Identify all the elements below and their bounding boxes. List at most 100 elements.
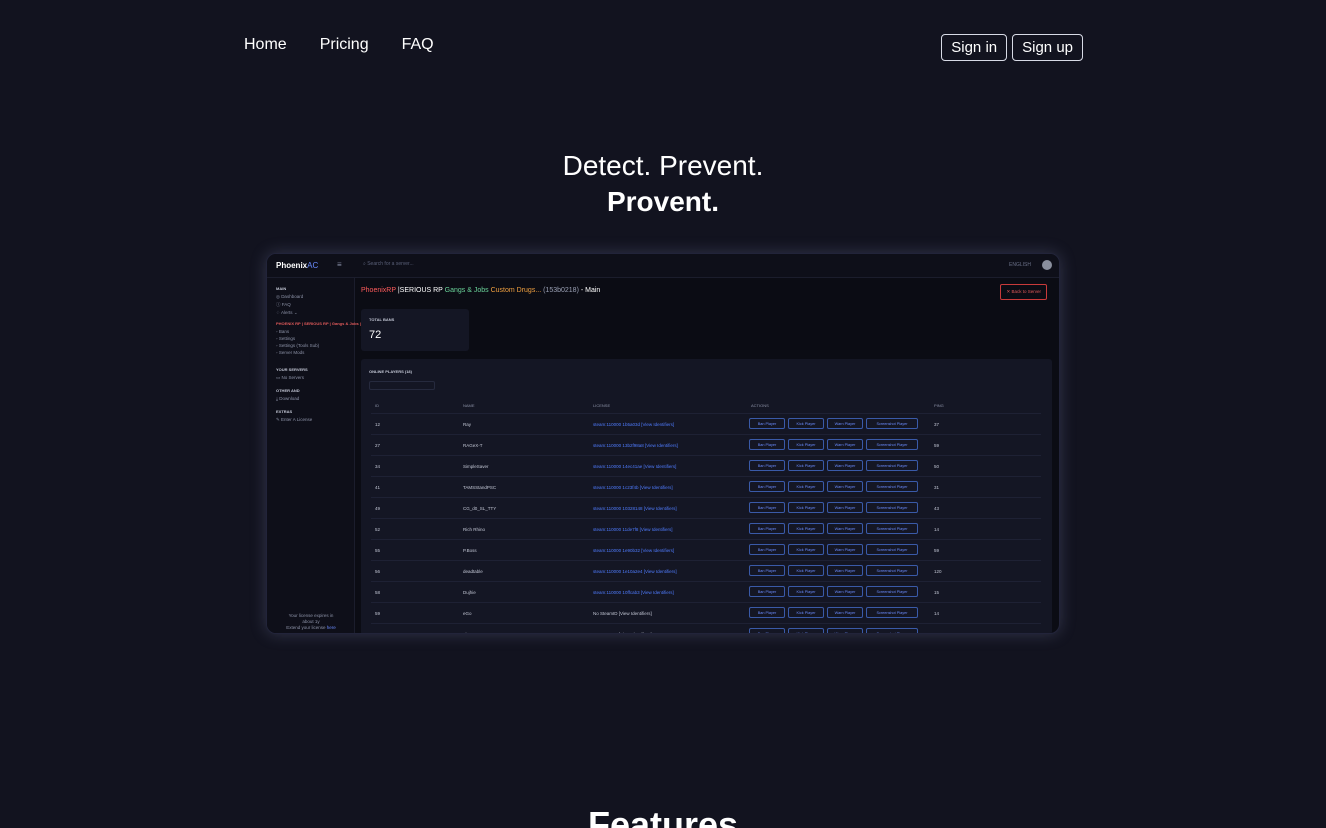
column-header[interactable]: PING bbox=[934, 403, 944, 408]
warn-player-button[interactable]: Warn Player bbox=[827, 439, 863, 450]
cell-license[interactable]: steam:110000 1b5a03d [View Identifiers] bbox=[593, 422, 674, 427]
kick-player-button[interactable]: Kick Player bbox=[788, 523, 824, 534]
table-row: 41 TAMSStandPSC steam:110000 1c23f4b [View… bbox=[371, 476, 1041, 497]
cell-license[interactable]: steam:110000 10328148 [View Identifiers] bbox=[593, 506, 677, 511]
back-to-server-button[interactable]: ✕ Back to Server bbox=[1000, 284, 1047, 300]
warn-player-button[interactable]: Warn Player bbox=[827, 481, 863, 492]
screenshot-player-button[interactable]: Screenshot Player bbox=[866, 460, 918, 471]
sidebar-item-enter-license[interactable]: ✎ Enter A License bbox=[276, 417, 312, 423]
warn-player-button[interactable]: Warn Player bbox=[827, 544, 863, 555]
table-row: 59 eGo No SteamID [View Identifiers] 14 Ban … bbox=[371, 602, 1041, 623]
column-header[interactable]: LICENSE bbox=[593, 403, 610, 408]
kick-player-button[interactable]: Kick Player bbox=[788, 607, 824, 618]
ban-player-button[interactable]: Ban Player bbox=[749, 523, 785, 534]
table-row: 58 Dujhie steam:110000 10ffcab3 [View Iden… bbox=[371, 581, 1041, 602]
ban-player-button[interactable]: Ban Player bbox=[749, 418, 785, 429]
warn-player-button[interactable]: Warn Player bbox=[827, 586, 863, 597]
sidebar-item-faq[interactable]: ⓘ FAQ bbox=[276, 302, 291, 308]
cell-license[interactable]: steam:110000 13b2f98a8 [View Identifiers… bbox=[593, 443, 678, 448]
online-players-title: ONLINE PLAYERS (18) bbox=[369, 369, 412, 374]
sidebar-item-alerts[interactable]: ♢ Alerts ⌄ bbox=[276, 310, 298, 316]
language-select[interactable]: ENGLISH bbox=[1009, 262, 1031, 268]
ban-player-button[interactable]: Ban Player bbox=[749, 502, 785, 513]
kick-player-button[interactable]: Kick Player bbox=[788, 586, 824, 597]
cell-name: P.Boss bbox=[463, 548, 477, 553]
menu-icon[interactable]: ≡ bbox=[337, 260, 342, 269]
extend-license-link[interactable]: here bbox=[327, 625, 336, 630]
cell-license[interactable]: steam:110000 1e10a2e4 [View Identifiers] bbox=[593, 569, 677, 574]
sidebar-item-bans[interactable]: ◦ Bans bbox=[276, 329, 289, 334]
kick-player-button[interactable]: Kick Player bbox=[788, 481, 824, 492]
column-header[interactable]: ID bbox=[375, 403, 379, 408]
sidebar-item-settings[interactable]: ◦ Settings bbox=[276, 336, 295, 341]
dashboard-search[interactable]: ⌕ Search for a server... bbox=[363, 261, 414, 267]
sidebar-section-extras: EXTRAS bbox=[276, 409, 293, 414]
kick-player-button[interactable]: Kick Player bbox=[788, 502, 824, 513]
cell-ping: 31 bbox=[934, 485, 940, 490]
screenshot-player-button[interactable]: Screenshot Player bbox=[866, 544, 918, 555]
cell-license[interactable]: No SteamID [View Identifiers] bbox=[593, 632, 652, 633]
ban-player-button[interactable]: Ban Player bbox=[749, 544, 785, 555]
kick-player-button[interactable]: Kick Player bbox=[788, 628, 824, 633]
ban-player-button[interactable]: Ban Player bbox=[749, 481, 785, 492]
cell-license[interactable]: No SteamID [View Identifiers] bbox=[593, 611, 652, 616]
kick-player-button[interactable]: Kick Player bbox=[788, 418, 824, 429]
ban-player-button[interactable]: Ban Player bbox=[749, 607, 785, 618]
screenshot-player-button[interactable]: Screenshot Player bbox=[866, 607, 918, 618]
cell-id: 27 bbox=[375, 443, 381, 448]
screenshot-player-button[interactable]: Screenshot Player bbox=[866, 418, 918, 429]
screenshot-player-button[interactable]: Screenshot Player bbox=[866, 565, 918, 576]
sidebar-item-settings-sub[interactable]: ◦ Settings (Tools Sub) bbox=[276, 343, 319, 348]
cell-ping: 37 bbox=[934, 422, 940, 427]
ban-player-button[interactable]: Ban Player bbox=[749, 439, 785, 450]
cell-license[interactable]: steam:110000 11de7f8 [View Identifiers] bbox=[593, 527, 673, 532]
ban-player-button[interactable]: Ban Player bbox=[749, 565, 785, 576]
screenshot-player-button[interactable]: Screenshot Player bbox=[866, 481, 918, 492]
ban-player-button[interactable]: Ban Player bbox=[749, 586, 785, 597]
screenshot-player-button[interactable]: Screenshot Player bbox=[866, 628, 918, 633]
sign-in-button[interactable]: Sign in bbox=[941, 34, 1008, 61]
dashboard-sidebar: MAIN ◎ Dashboard ⓘ FAQ ♢ Alerts ⌄ PHOENI… bbox=[267, 278, 364, 633]
warn-player-button[interactable]: Warn Player bbox=[827, 418, 863, 429]
warn-player-button[interactable]: Warn Player bbox=[827, 523, 863, 534]
kick-player-button[interactable]: Kick Player bbox=[788, 439, 824, 450]
cell-name: Rich Rhino bbox=[463, 527, 486, 532]
sidebar-item-download[interactable]: ⤓ Download bbox=[276, 396, 299, 401]
features-heading: Features bbox=[587, 804, 739, 828]
cell-license[interactable]: steam:110000 10ffcab3 [View Identifiers] bbox=[593, 590, 674, 595]
avatar[interactable] bbox=[1042, 260, 1052, 270]
warn-player-button[interactable]: Warn Player bbox=[827, 628, 863, 633]
warn-player-button[interactable]: Warn Player bbox=[827, 502, 863, 513]
kick-player-button[interactable]: Kick Player bbox=[788, 544, 824, 555]
nav-home-link[interactable]: Home bbox=[244, 36, 287, 54]
nav-pricing-link[interactable]: Pricing bbox=[320, 36, 369, 54]
ban-player-button[interactable]: Ban Player bbox=[749, 460, 785, 471]
hero-tagline-bold: Provent. bbox=[606, 186, 720, 217]
screenshot-player-button[interactable]: Screenshot Player bbox=[866, 523, 918, 534]
cell-name: CG_d0_SL_TTY bbox=[463, 506, 497, 511]
total-bans-card: TOTAL BANS 72 bbox=[361, 309, 469, 351]
nav-faq-link[interactable]: FAQ bbox=[402, 36, 434, 54]
warn-player-button[interactable]: Warn Player bbox=[827, 565, 863, 576]
sidebar-item-server-mods[interactable]: ◦ Server Mods bbox=[276, 350, 304, 355]
warn-player-button[interactable]: Warn Player bbox=[827, 607, 863, 618]
sign-up-button[interactable]: Sign up bbox=[1012, 34, 1083, 61]
cell-ping: 59 bbox=[934, 548, 940, 553]
cell-name: SimpleSaver bbox=[463, 464, 489, 469]
kick-player-button[interactable]: Kick Player bbox=[788, 460, 824, 471]
cell-license[interactable]: steam:110000 1c23f4b [View Identifiers] bbox=[593, 485, 673, 490]
cell-ping: 14 bbox=[934, 527, 940, 532]
screenshot-player-button[interactable]: Screenshot Player bbox=[866, 502, 918, 513]
kick-player-button[interactable]: Kick Player bbox=[788, 565, 824, 576]
sidebar-item-dashboard[interactable]: ◎ Dashboard bbox=[276, 294, 303, 300]
ban-player-button[interactable]: Ban Player bbox=[749, 628, 785, 633]
screenshot-player-button[interactable]: Screenshot Player bbox=[866, 586, 918, 597]
column-header[interactable]: NAME bbox=[463, 403, 475, 408]
players-search-input[interactable] bbox=[369, 381, 435, 390]
warn-player-button[interactable]: Warn Player bbox=[827, 460, 863, 471]
sidebar-item-no-servers[interactable]: ▭ No Servers bbox=[276, 375, 304, 381]
cell-license[interactable]: steam:110000 1e90b32 [View Identifiers] bbox=[593, 548, 674, 553]
screenshot-player-button[interactable]: Screenshot Player bbox=[866, 439, 918, 450]
cell-license[interactable]: steam:110000 14ec41ae [View Identifiers] bbox=[593, 464, 676, 469]
row-actions: Ban Player Kick Player Warn Player Screensh… bbox=[749, 460, 918, 471]
